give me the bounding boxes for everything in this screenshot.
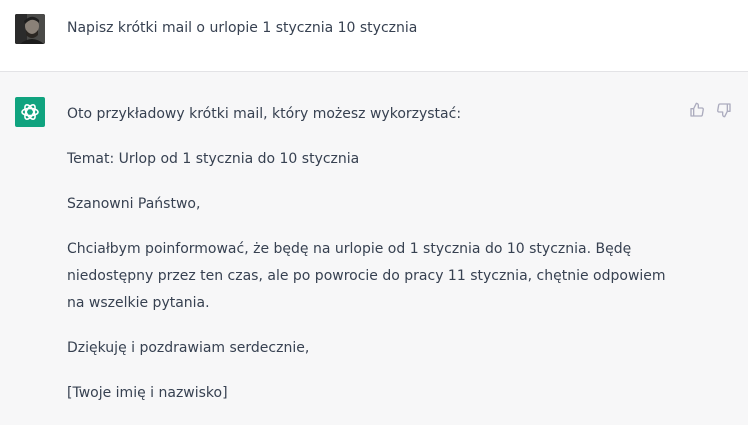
assistant-avatar <box>15 97 45 127</box>
thumbs-down-button[interactable] <box>715 101 733 119</box>
email-closing: Dziękuję i pozdrawiam serdecznie, <box>67 340 310 356</box>
email-signature: [Twoje imię i nazwisko] <box>67 385 228 401</box>
email-greeting: Szanowni Państwo, <box>67 196 201 212</box>
user-message-text: Napisz krótki mail o urlopie 1 stycznia … <box>67 20 418 36</box>
email-subject: Temat: Urlop od 1 stycznia do 10 styczni… <box>67 151 360 167</box>
user-message-row: Napisz krótki mail o urlopie 1 stycznia … <box>0 0 748 72</box>
assistant-message-row: Oto przykładowy krótki mail, który możes… <box>0 72 748 417</box>
answer-intro: Oto przykładowy krótki mail, który możes… <box>67 106 462 122</box>
thumbs-up-button[interactable] <box>688 101 706 119</box>
email-body: Chciałbym poinformować, że będę na urlop… <box>67 241 666 311</box>
thumbs-down-icon <box>717 103 731 118</box>
user-photo-icon <box>15 14 45 44</box>
user-avatar <box>15 14 45 44</box>
thumbs-up-icon <box>690 102 704 117</box>
openai-logo-icon <box>21 104 39 120</box>
assistant-answer: Oto przykładowy krótki mail, który możes… <box>67 101 687 425</box>
